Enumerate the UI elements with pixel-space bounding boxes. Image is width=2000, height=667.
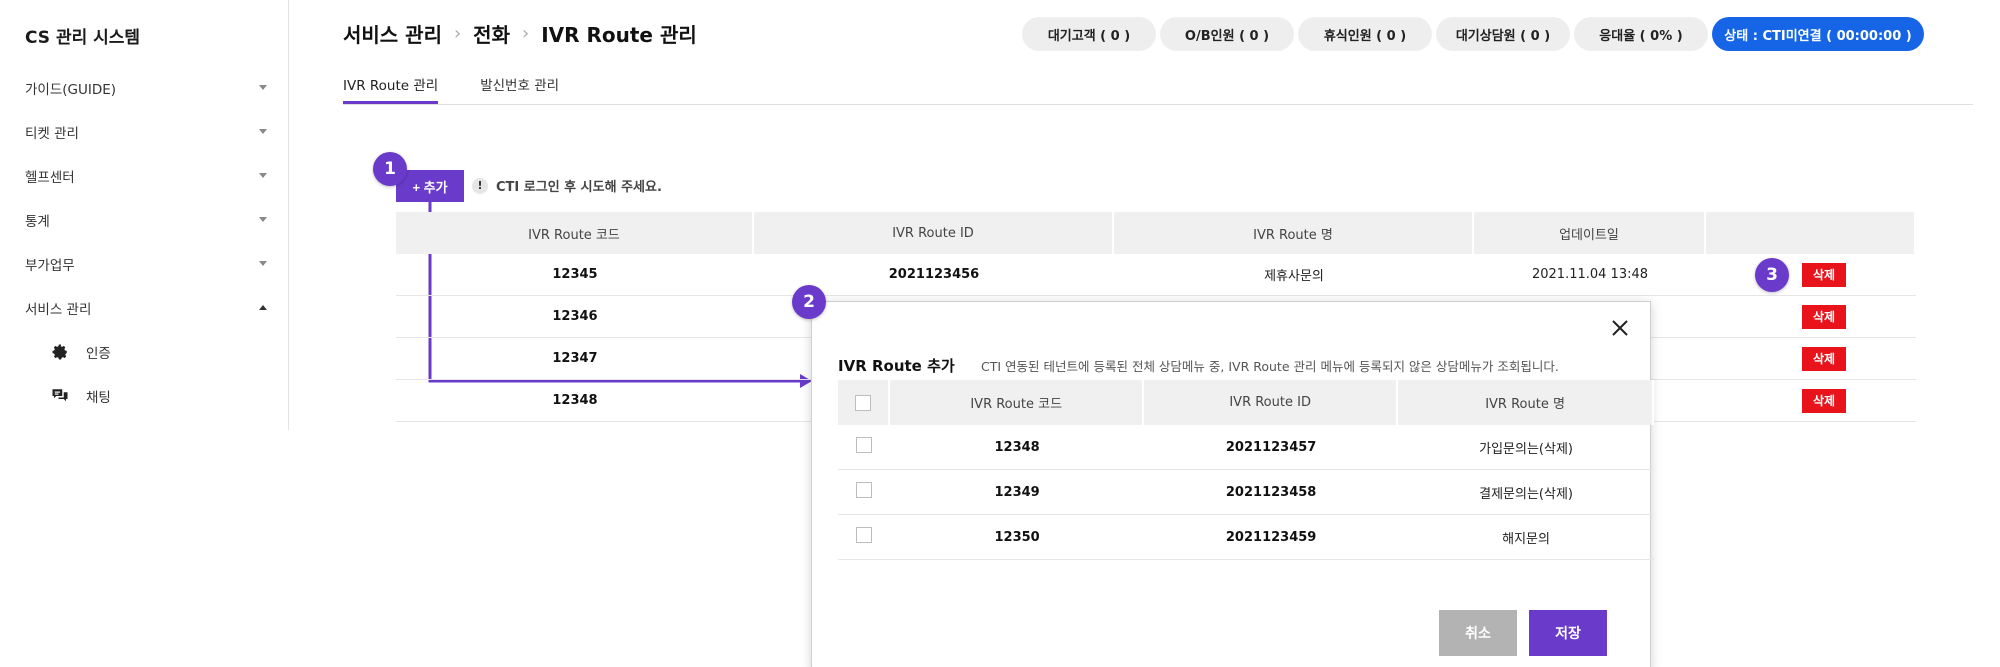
route-id-cell: 2021123456 bbox=[888, 267, 980, 282]
action-cell: 삭제 bbox=[1706, 262, 1916, 287]
row-checkbox[interactable] bbox=[856, 527, 873, 543]
select-all-checkbox[interactable] bbox=[855, 394, 872, 411]
column-header: IVR Route 명 bbox=[1398, 380, 1654, 425]
route-code-cell: 12346 bbox=[552, 309, 598, 324]
modal-title: IVR Route 추가 bbox=[838, 357, 955, 375]
column-header: IVR Route ID bbox=[1144, 380, 1399, 425]
column-header: IVR Route ID bbox=[754, 212, 1114, 254]
route-name-cell: 가입문의는(삭제) bbox=[1479, 441, 1573, 457]
info-icon: ! bbox=[472, 177, 488, 194]
modal-description: CTI 연동된 테넌트에 등록된 전체 상담메뉴 중, IVR Route 관리… bbox=[981, 359, 1559, 374]
route-id-cell: 2021123457 bbox=[1225, 439, 1317, 455]
column-header: IVR Route 코드 bbox=[396, 212, 754, 254]
add-button[interactable]: + 추가 bbox=[396, 170, 464, 202]
ivr-route-add-modal: IVR Route 추가 CTI 연동된 테넌트에 등록된 전체 상담메뉴 중,… bbox=[811, 301, 1654, 667]
route-code-cell: 12348 bbox=[994, 439, 1040, 455]
modal-footer: 취소 저장 bbox=[1439, 610, 1607, 656]
row-checkbox[interactable] bbox=[856, 437, 873, 453]
route-name-cell: 제휴사문의 bbox=[1264, 269, 1324, 284]
notice-text: CTI 로그인 후 시도해 주세요. bbox=[496, 180, 662, 195]
save-button[interactable]: 저장 bbox=[1529, 610, 1607, 656]
step-badge-2: 2 bbox=[792, 285, 826, 319]
cti-notice: ! CTI 로그인 후 시도해 주세요. bbox=[472, 176, 662, 195]
column-header: 업데이트일 bbox=[1474, 212, 1706, 254]
route-id-cell: 2021123459 bbox=[1225, 529, 1317, 545]
action-cell: 삭제 bbox=[1706, 388, 1916, 413]
step-badge-3: 3 bbox=[1755, 258, 1789, 292]
available-route-table: IVR Route 코드 IVR Route ID IVR Route 명 12… bbox=[838, 380, 1654, 560]
table-row: 12345 2021123456 제휴사문의 2021.11.04 13:48 … bbox=[396, 254, 1916, 296]
select-cell bbox=[838, 482, 890, 502]
route-name-cell: 결제문의는(삭제) bbox=[1479, 486, 1573, 502]
action-cell: 삭제 bbox=[1706, 346, 1916, 371]
route-code-cell: 12350 bbox=[994, 529, 1040, 545]
route-id-cell: 2021123458 bbox=[1225, 484, 1317, 500]
route-code-cell: 12345 bbox=[552, 267, 598, 282]
column-header bbox=[1706, 212, 1916, 254]
close-icon[interactable] bbox=[1608, 316, 1632, 340]
route-name-cell: 해지문의 bbox=[1502, 531, 1550, 547]
table-row: 12350 2021123459 해지문의 bbox=[838, 515, 1654, 560]
delete-button[interactable]: 삭제 bbox=[1802, 346, 1846, 371]
route-code-cell: 12348 bbox=[552, 393, 598, 408]
action-cell: 삭제 bbox=[1706, 304, 1916, 329]
delete-button[interactable]: 삭제 bbox=[1802, 388, 1846, 413]
column-header: IVR Route 명 bbox=[1114, 212, 1474, 254]
select-all-cell bbox=[838, 380, 891, 425]
updated-at-cell: 2021.11.04 13:48 bbox=[1531, 267, 1649, 282]
route-code-cell: 12347 bbox=[552, 351, 598, 366]
table-row: 12349 2021123458 결제문의는(삭제) bbox=[838, 470, 1654, 515]
step-badge-1: 1 bbox=[373, 152, 407, 186]
column-header: IVR Route 코드 bbox=[890, 380, 1145, 425]
table-header-row: IVR Route 코드 IVR Route ID IVR Route 명 업데… bbox=[396, 212, 1916, 254]
delete-button[interactable]: 삭제 bbox=[1802, 262, 1846, 287]
select-cell bbox=[838, 437, 890, 457]
route-code-cell: 12349 bbox=[994, 484, 1040, 500]
delete-button[interactable]: 삭제 bbox=[1802, 304, 1846, 329]
select-cell bbox=[838, 527, 890, 547]
row-checkbox[interactable] bbox=[856, 482, 873, 498]
table-header-row: IVR Route 코드 IVR Route ID IVR Route 명 bbox=[838, 380, 1654, 425]
cancel-button[interactable]: 취소 bbox=[1439, 610, 1517, 656]
table-row: 12348 2021123457 가입문의는(삭제) bbox=[838, 425, 1654, 470]
